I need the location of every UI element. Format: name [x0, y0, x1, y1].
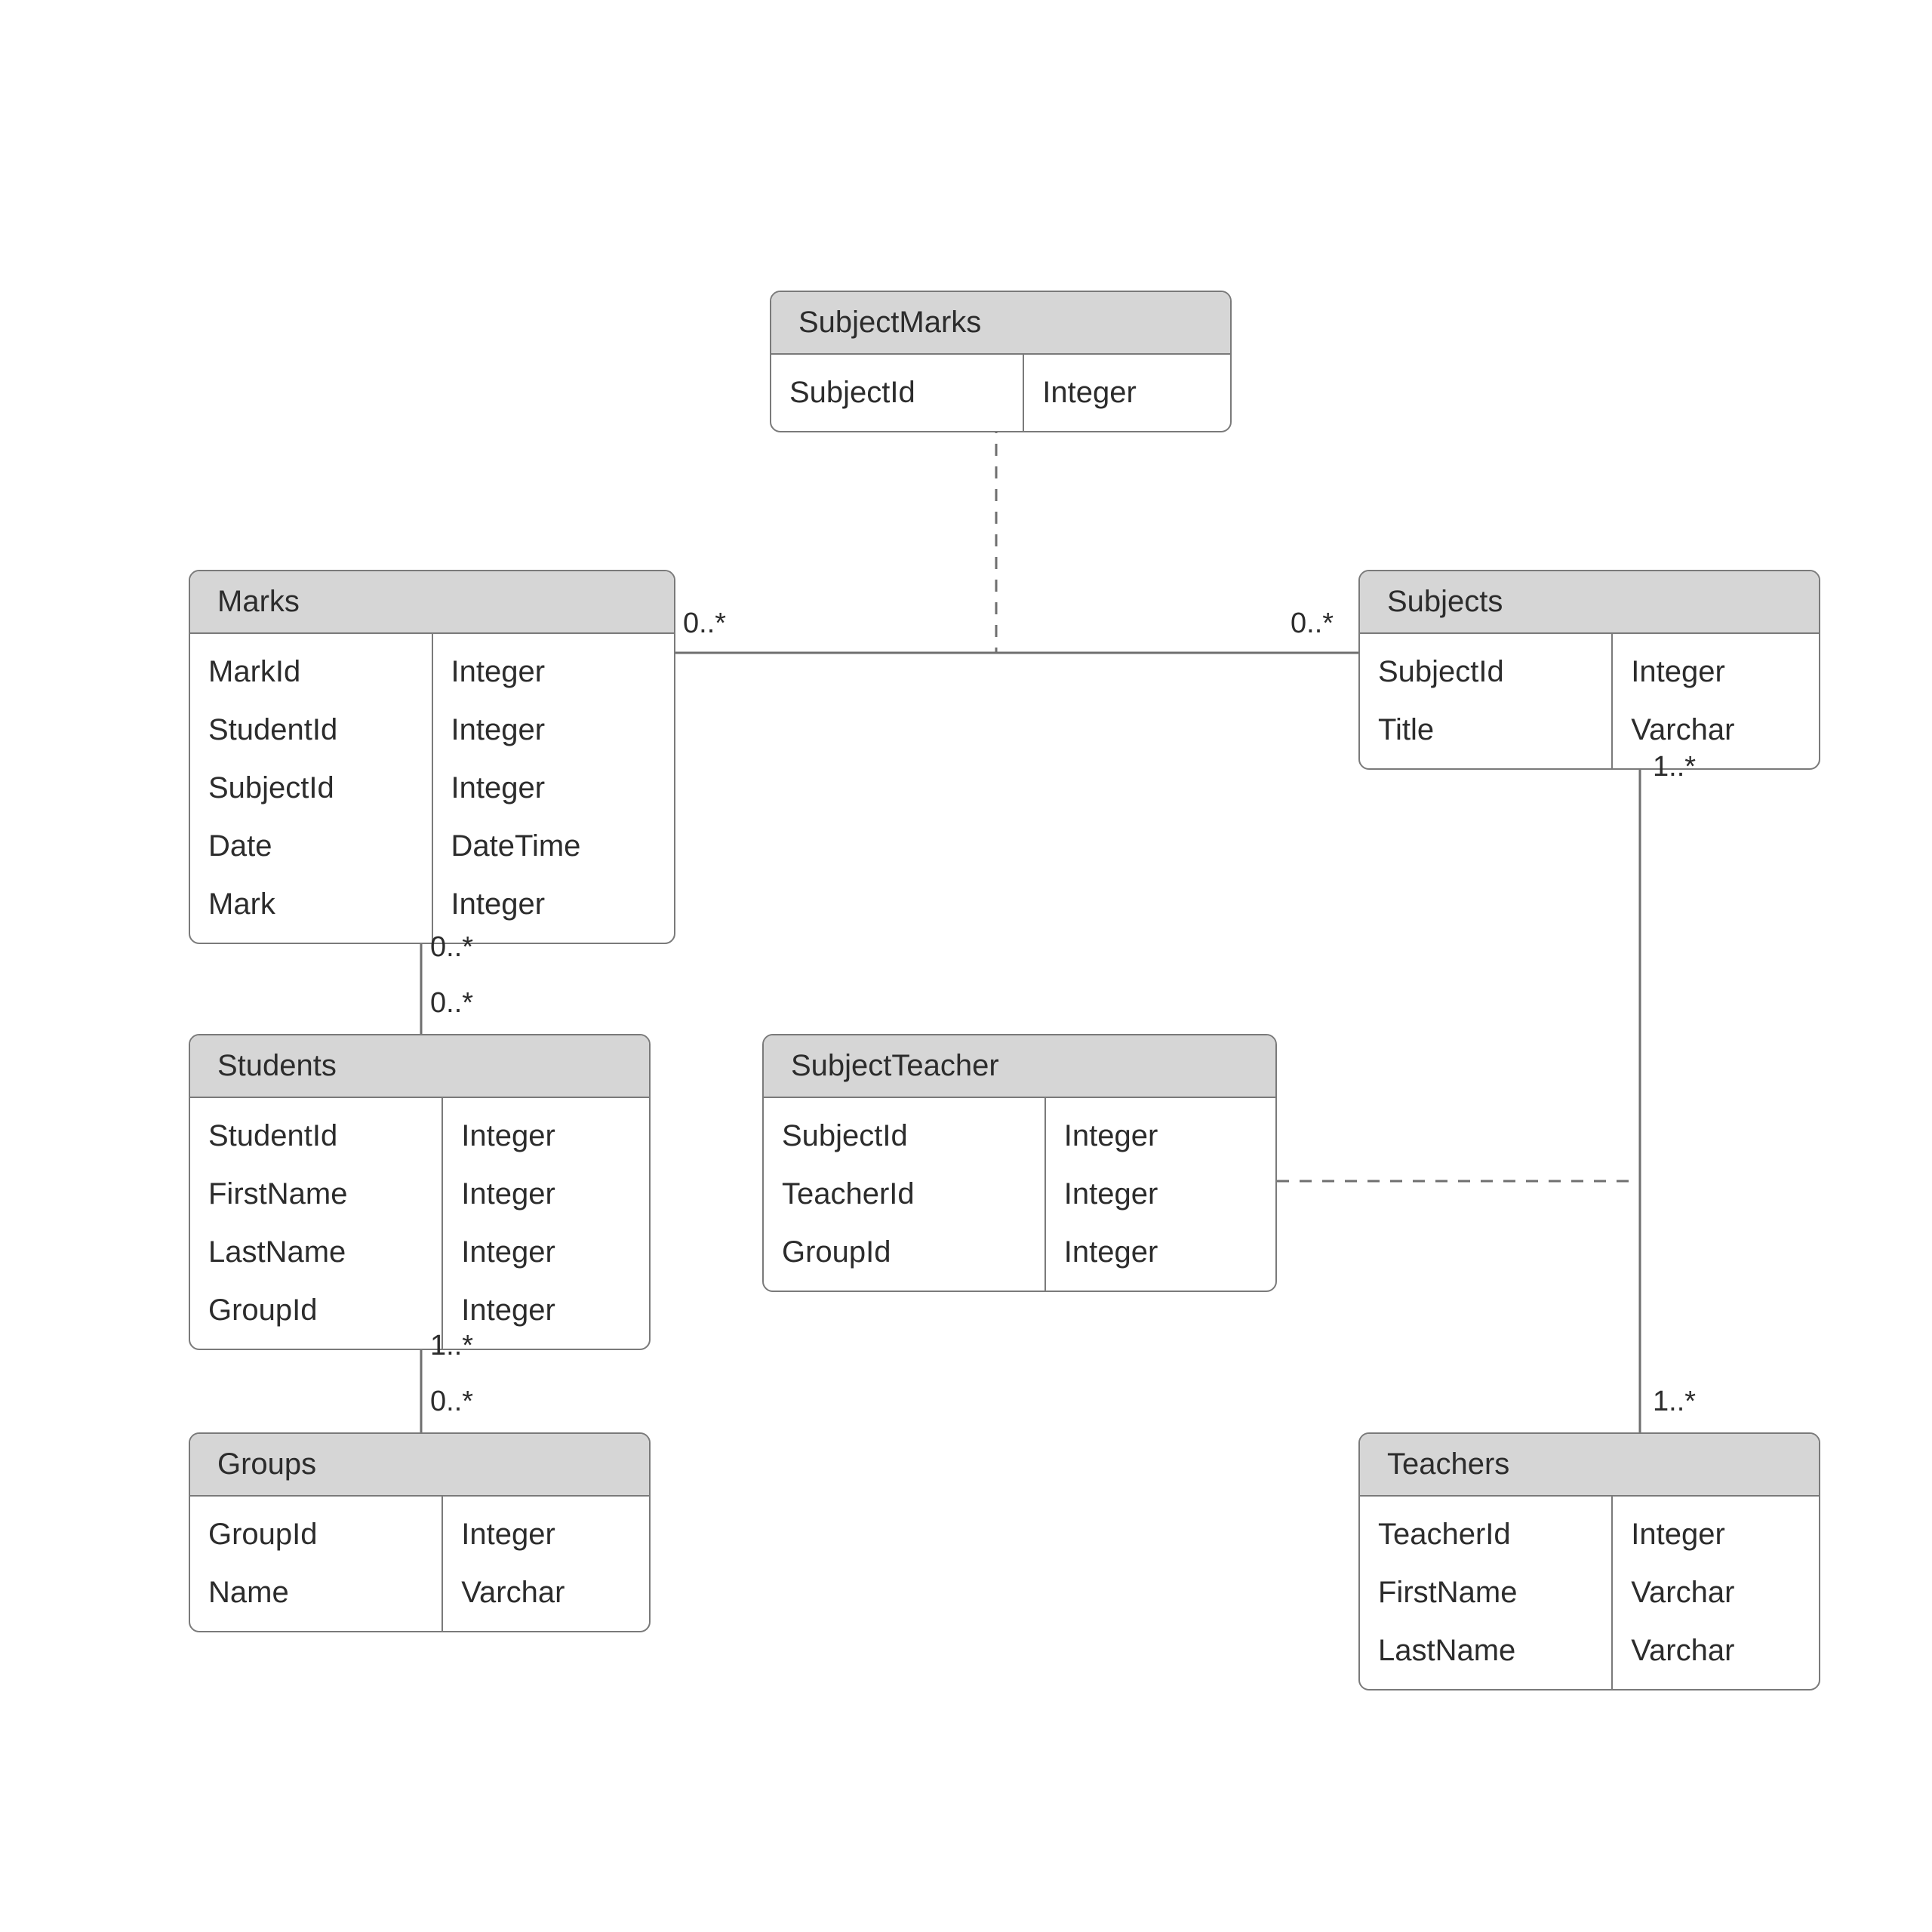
field-name: LastName — [1360, 1622, 1611, 1680]
field-name: Mark — [190, 875, 432, 934]
field-name: GroupId — [190, 1506, 441, 1564]
entity-students: Students StudentId FirstName LastName Gr… — [189, 1034, 651, 1350]
field-type: Varchar — [1613, 701, 1819, 759]
entity-title: SubjectMarks — [771, 292, 1230, 355]
cardinality-label: 0..* — [430, 987, 473, 1020]
field-type: Integer — [1046, 1223, 1275, 1281]
field-type: Integer — [443, 1107, 649, 1165]
field-name: TeacherId — [1360, 1506, 1611, 1564]
field-type: Integer — [443, 1281, 649, 1340]
cardinality-label: 1..* — [430, 1330, 473, 1362]
entity-title: SubjectTeacher — [764, 1035, 1275, 1098]
field-type: DateTime — [433, 817, 675, 875]
entity-subjectmarks: SubjectMarks SubjectId Integer — [770, 291, 1232, 432]
field-name: SubjectId — [771, 364, 1023, 422]
field-type: Integer — [1613, 643, 1819, 701]
field-name: StudentId — [190, 1107, 441, 1165]
entity-teachers: Teachers TeacherId FirstName LastName In… — [1358, 1432, 1820, 1690]
field-type: Integer — [433, 875, 675, 934]
er-diagram-canvas: SubjectMarks SubjectId Integer Marks Mar… — [0, 0, 1932, 1932]
cardinality-label: 0..* — [430, 1386, 473, 1418]
entity-subjectteacher: SubjectTeacher SubjectId TeacherId Group… — [762, 1034, 1277, 1292]
field-type: Integer — [443, 1223, 649, 1281]
field-type: Integer — [433, 759, 675, 817]
field-name: Name — [190, 1564, 441, 1622]
entity-marks: Marks MarkId StudentId SubjectId Date Ma… — [189, 570, 675, 944]
cardinality-label: 1..* — [1653, 751, 1696, 783]
field-type: Varchar — [443, 1564, 649, 1622]
entity-title: Teachers — [1360, 1434, 1819, 1497]
field-type: Integer — [443, 1506, 649, 1564]
field-name: GroupId — [764, 1223, 1044, 1281]
entity-title: Marks — [190, 571, 674, 634]
field-type: Varchar — [1613, 1564, 1819, 1622]
cardinality-label: 1..* — [1653, 1386, 1696, 1418]
entity-groups: Groups GroupId Name Integer Varchar — [189, 1432, 651, 1632]
field-type: Integer — [443, 1165, 649, 1223]
field-name: SubjectId — [764, 1107, 1044, 1165]
field-type: Integer — [1613, 1506, 1819, 1564]
field-name: FirstName — [190, 1165, 441, 1223]
field-type: Integer — [433, 701, 675, 759]
field-name: TeacherId — [764, 1165, 1044, 1223]
field-name: LastName — [190, 1223, 441, 1281]
field-name: SubjectId — [190, 759, 432, 817]
field-name: FirstName — [1360, 1564, 1611, 1622]
entity-title: Students — [190, 1035, 649, 1098]
entity-subjects: Subjects SubjectId Title Integer Varchar — [1358, 570, 1820, 770]
field-type: Integer — [1024, 364, 1230, 422]
field-type: Integer — [1046, 1107, 1275, 1165]
field-name: MarkId — [190, 643, 432, 701]
field-name: Date — [190, 817, 432, 875]
field-type: Integer — [433, 643, 675, 701]
field-name: GroupId — [190, 1281, 441, 1340]
field-name: StudentId — [190, 701, 432, 759]
field-name: Title — [1360, 701, 1611, 759]
field-type: Integer — [1046, 1165, 1275, 1223]
entity-title: Groups — [190, 1434, 649, 1497]
cardinality-label: 0..* — [683, 608, 726, 640]
entity-title: Subjects — [1360, 571, 1819, 634]
cardinality-label: 0..* — [430, 931, 473, 964]
field-type: Varchar — [1613, 1622, 1819, 1680]
field-name: SubjectId — [1360, 643, 1611, 701]
cardinality-label: 0..* — [1291, 608, 1334, 640]
